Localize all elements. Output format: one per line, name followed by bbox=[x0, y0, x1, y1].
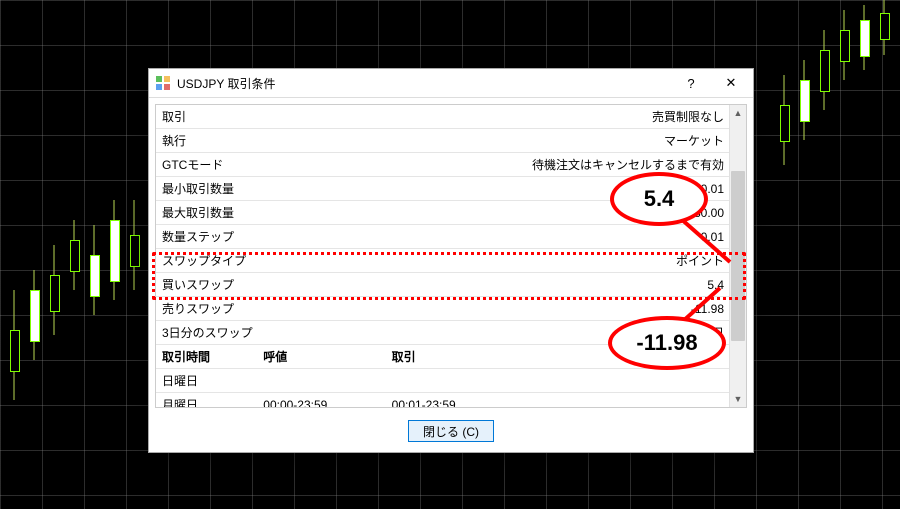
spec-label: GTCモード bbox=[156, 153, 386, 177]
spec-value: 売買制限なし bbox=[386, 105, 730, 129]
spec-label: 執行 bbox=[156, 129, 386, 153]
spec-row: 取引売買制限なし bbox=[156, 105, 730, 129]
spec-label: 3日分のスワップ bbox=[156, 321, 386, 345]
spec-row: 最大取引数量80.00 bbox=[156, 201, 730, 225]
session-trade bbox=[386, 369, 730, 393]
window-title: USDJPY 取引条件 bbox=[177, 75, 671, 92]
session-header-row: 取引時間 呼値 取引 bbox=[156, 345, 730, 369]
spec-value: 80.00 bbox=[386, 201, 730, 225]
spec-value: 5.4 bbox=[386, 273, 730, 297]
spec-value: 待機注文はキャンセルするまで有効 bbox=[386, 153, 730, 177]
spec-value: ポイント bbox=[386, 249, 730, 273]
close-button[interactable]: ✕ bbox=[711, 70, 751, 96]
spec-label: 買いスワップ bbox=[156, 273, 386, 297]
spec-value: 水曜日 bbox=[386, 321, 730, 345]
spec-table: 取引売買制限なし執行マーケットGTCモード待機注文はキャンセルするまで有効最小取… bbox=[156, 105, 730, 408]
spec-value: -11.98 bbox=[386, 297, 730, 321]
scroll-up-icon[interactable]: ▲ bbox=[734, 105, 743, 121]
app-icon bbox=[155, 75, 171, 91]
spec-label: 数量ステップ bbox=[156, 225, 386, 249]
spec-row: 買いスワップ5.4 bbox=[156, 273, 730, 297]
spec-label: 最大取引数量 bbox=[156, 201, 386, 225]
spec-row: GTCモード待機注文はキャンセルするまで有効 bbox=[156, 153, 730, 177]
dialog-footer: 閉じる (C) bbox=[149, 414, 753, 452]
dialog-content: 取引売買制限なし執行マーケットGTCモード待機注文はキャンセルするまで有効最小取… bbox=[149, 98, 753, 414]
spec-row: 数量ステップ0.01 bbox=[156, 225, 730, 249]
scroll-thumb[interactable] bbox=[731, 171, 745, 341]
spec-row: 執行マーケット bbox=[156, 129, 730, 153]
spec-label: 取引 bbox=[156, 105, 386, 129]
scroll-down-icon[interactable]: ▼ bbox=[734, 391, 743, 407]
vertical-scrollbar[interactable]: ▲ ▼ bbox=[729, 105, 746, 407]
session-quote: 00:00-23:59 bbox=[257, 393, 385, 409]
session-row: 日曜日 bbox=[156, 369, 730, 393]
col-trade: 取引 bbox=[386, 345, 730, 369]
spec-label: 売りスワップ bbox=[156, 297, 386, 321]
titlebar[interactable]: USDJPY 取引条件 ? ✕ bbox=[149, 69, 753, 98]
spec-row: 最小取引数量0.01 bbox=[156, 177, 730, 201]
spec-dialog: USDJPY 取引条件 ? ✕ 取引売買制限なし執行マーケットGTCモード待機注… bbox=[148, 68, 754, 453]
help-button[interactable]: ? bbox=[671, 70, 711, 96]
spec-row: 売りスワップ-11.98 bbox=[156, 297, 730, 321]
spec-value: マーケット bbox=[386, 129, 730, 153]
col-session: 取引時間 bbox=[156, 345, 257, 369]
spec-table-wrap: 取引売買制限なし執行マーケットGTCモード待機注文はキャンセルするまで有効最小取… bbox=[155, 104, 747, 408]
session-day: 月曜日 bbox=[156, 393, 257, 409]
session-day: 日曜日 bbox=[156, 369, 257, 393]
spec-label: スワップタイプ bbox=[156, 249, 386, 273]
spec-label: 最小取引数量 bbox=[156, 177, 386, 201]
spec-value: 0.01 bbox=[386, 177, 730, 201]
session-quote bbox=[257, 369, 385, 393]
spec-row: スワップタイプポイント bbox=[156, 249, 730, 273]
session-row: 月曜日00:00-23:5900:01-23:59 bbox=[156, 393, 730, 409]
session-trade: 00:01-23:59 bbox=[386, 393, 730, 409]
close-dialog-button[interactable]: 閉じる (C) bbox=[408, 420, 494, 442]
spec-value: 0.01 bbox=[386, 225, 730, 249]
col-quote: 呼値 bbox=[257, 345, 385, 369]
spec-row: 3日分のスワップ水曜日 bbox=[156, 321, 730, 345]
